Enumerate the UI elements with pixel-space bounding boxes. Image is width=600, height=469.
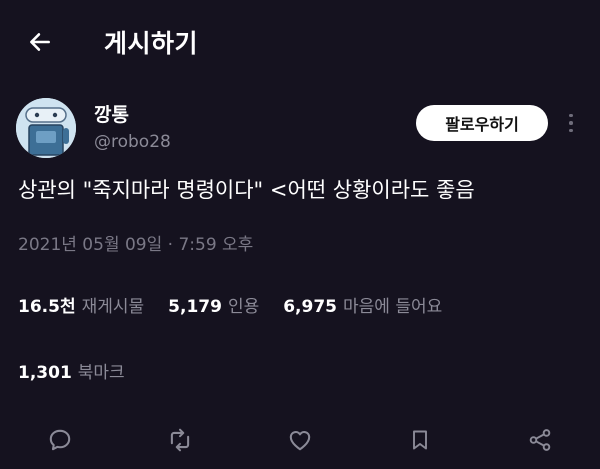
top-bar: 게시하기: [0, 0, 600, 84]
likes-label: 마음에 들어요: [343, 297, 443, 317]
reposts-stat[interactable]: 16.5천 재게시물: [18, 297, 168, 317]
more-dot-icon: [569, 121, 573, 125]
likes-stat[interactable]: 6,975 마음에 들어요: [283, 297, 466, 317]
quotes-label: 인용: [227, 297, 260, 317]
quotes-count: 5,179: [168, 297, 222, 317]
more-dot-icon: [569, 128, 573, 133]
bookmarks-stat[interactable]: 1,301 북마크: [18, 363, 149, 383]
action-bar: [0, 420, 600, 460]
heart-icon: [289, 431, 311, 451]
bookmark-button[interactable]: [404, 424, 436, 456]
reply-icon: [49, 429, 71, 451]
reposts-count: 16.5천: [18, 297, 76, 317]
arrow-left-icon: [30, 33, 50, 51]
likes-count: 6,975: [283, 297, 337, 317]
bookmark-icon: [413, 430, 427, 450]
share-button[interactable]: [524, 424, 556, 456]
follow-button[interactable]: 팔로우하기: [416, 105, 548, 141]
bookmark-stats: 1,301 북마크: [18, 358, 149, 383]
avatar[interactable]: [16, 98, 76, 158]
author-handle[interactable]: @robo28: [94, 132, 171, 152]
bookmarks-label: 북마크: [77, 363, 125, 383]
like-button[interactable]: [284, 424, 316, 456]
engagement-stats: 16.5천 재게시물 5,179 인용 6,975 마음에 들어요: [18, 292, 466, 317]
author-name[interactable]: 깡통: [94, 100, 129, 127]
repost-button[interactable]: [164, 424, 196, 456]
bookmarks-count: 1,301: [18, 363, 72, 383]
more-options-button[interactable]: [560, 108, 582, 138]
back-button[interactable]: [24, 26, 56, 58]
reply-button[interactable]: [44, 424, 76, 456]
quotes-stat[interactable]: 5,179 인용: [168, 297, 283, 317]
post-timestamp: 2021년 05월 09일 · 7:59 오후: [18, 235, 254, 255]
share-icon: [529, 429, 551, 451]
repost-icon: [170, 428, 190, 452]
robot-avatar-image: [16, 98, 76, 158]
more-dot-icon: [569, 113, 573, 118]
post-text: 상관의 "죽지마라 명령이다" <어떤 상황이라도 좋음: [18, 178, 475, 202]
reposts-label: 재게시물: [81, 297, 145, 317]
page-title: 게시하기: [104, 29, 199, 58]
